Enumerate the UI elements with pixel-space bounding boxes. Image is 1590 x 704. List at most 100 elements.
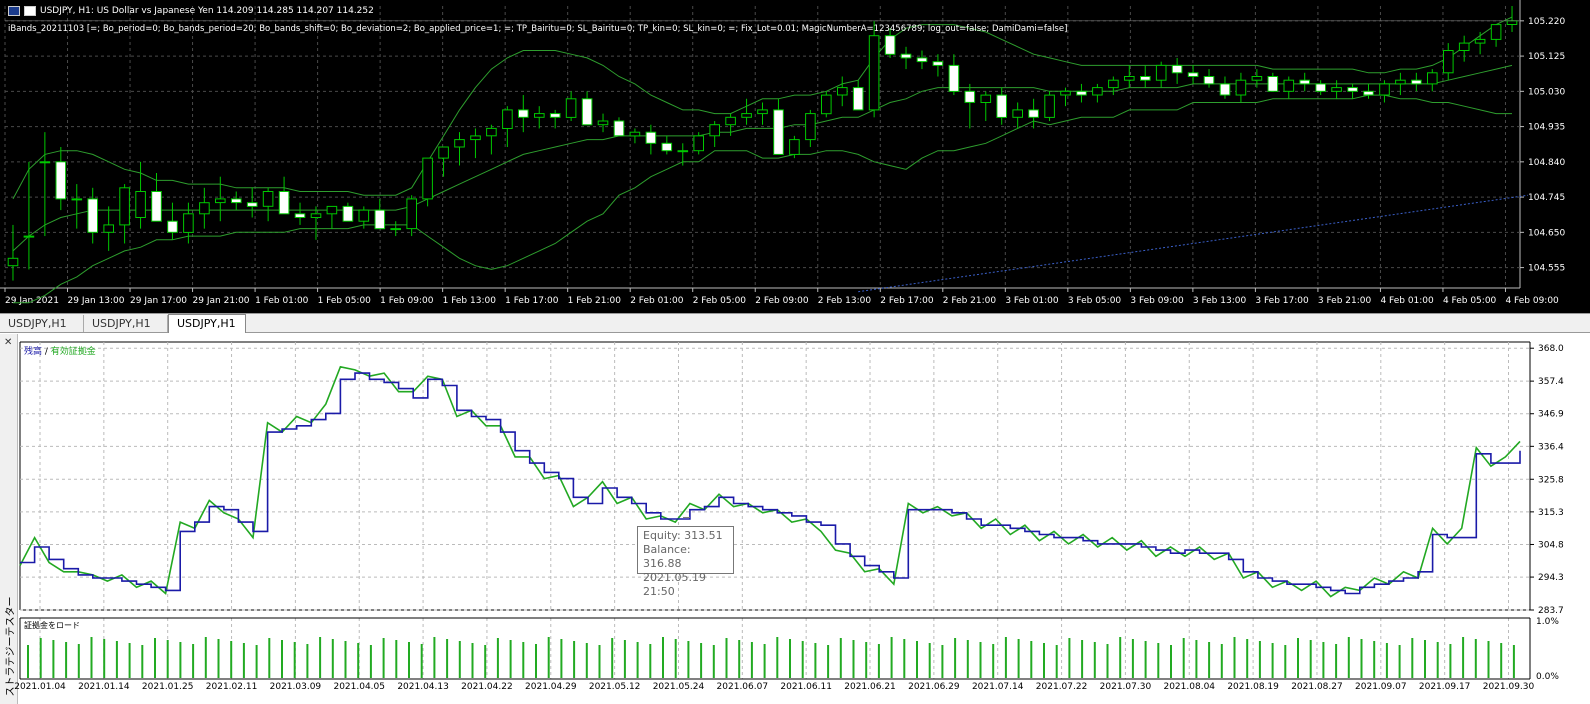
tester-x-label: 2021.04.29 — [525, 682, 577, 692]
tester-x-label: 2021.08.27 — [1291, 682, 1343, 692]
candle-body — [1331, 87, 1342, 92]
candle-body — [725, 116, 736, 126]
time-label: 2 Feb 09:00 — [755, 296, 809, 306]
tester-y-label: 294.3 — [1538, 573, 1564, 583]
candle-body — [645, 131, 657, 144]
tab-chart-1[interactable]: USDJPY,H1 — [0, 315, 84, 332]
time-label: 1 Feb 17:00 — [505, 296, 559, 306]
candle-body — [916, 57, 928, 63]
candle-body — [1506, 20, 1518, 25]
legend-equity: 有効証拠金 — [51, 345, 96, 357]
candle-body — [1267, 76, 1279, 92]
candle-body — [884, 35, 896, 55]
candle-body — [518, 109, 529, 118]
candle-body — [470, 135, 481, 141]
candle-body — [741, 113, 752, 118]
time-label: 4 Feb 05:00 — [1443, 296, 1497, 306]
tooltip-equity: Equity: 313.51 — [643, 529, 723, 542]
candle-body — [1203, 76, 1215, 85]
candle-body — [837, 87, 848, 96]
candle-body — [1395, 79, 1406, 85]
tester-legend: 残高 / 有効証拠金 — [24, 345, 96, 357]
strategy-tester-panel: ✕ ストラテジーテスター 368.0 357.4 346.9 336.4 325.8 31… — [0, 334, 1590, 704]
candle-body — [1092, 87, 1103, 96]
tester-y-label: 304.8 — [1538, 540, 1564, 550]
tester-x-label: 2021.04.22 — [461, 682, 513, 692]
time-label: 2 Feb 21:00 — [943, 296, 997, 306]
candle-body — [900, 53, 912, 59]
time-label: 4 Feb 01:00 — [1380, 296, 1434, 306]
candle-body — [406, 198, 417, 230]
tester-x-label: 2021.06.21 — [844, 682, 896, 692]
candle-body — [868, 35, 880, 111]
time-label: 1 Feb 05:00 — [318, 296, 372, 306]
candle-body — [821, 94, 832, 115]
candle-body — [390, 228, 401, 231]
sub-axis-bottom: 0.0% — [1536, 672, 1559, 682]
price-chart[interactable]: 105.220 105.125 105.030 104.935 104.840 104.7… — [0, 0, 1590, 313]
tester-x-label: 2021.08.19 — [1227, 682, 1279, 692]
candle-body — [1235, 79, 1247, 96]
candle-body — [246, 202, 258, 207]
candle-body — [294, 213, 306, 219]
time-label: 2 Feb 01:00 — [630, 296, 684, 306]
candle-body — [980, 94, 992, 103]
tester-x-label: 2021.05.12 — [589, 682, 641, 692]
candle-body — [964, 90, 976, 103]
candle-body — [1044, 94, 1055, 118]
candle-body — [1474, 38, 1486, 44]
candle-body — [932, 61, 944, 66]
price-label: 104.555 — [1528, 264, 1565, 274]
legend-balance: 残高 — [24, 345, 42, 357]
candle-body — [1140, 76, 1151, 81]
candle-body — [119, 187, 130, 226]
tester-y-label: 315.3 — [1538, 508, 1564, 518]
candle-body — [677, 150, 689, 153]
candle-body — [1283, 79, 1295, 92]
candle-body — [326, 205, 338, 215]
tester-x-label: 2021.01.04 — [14, 682, 66, 692]
candle-body — [23, 235, 35, 238]
tester-x-label: 2021.07.22 — [1036, 682, 1088, 692]
candle-body — [789, 139, 800, 155]
tooltip-date: 2021.05.19 21:50 — [643, 571, 706, 598]
time-label: 4 Feb 09:00 — [1505, 296, 1559, 306]
price-label: 105.220 — [1528, 17, 1565, 27]
tooltip-balance: Balance: 316.88 — [643, 543, 691, 570]
candle-body — [55, 161, 67, 200]
price-label: 104.840 — [1528, 158, 1565, 168]
price-label: 104.935 — [1528, 123, 1565, 133]
sub-axis-top: 1.0% — [1536, 617, 1559, 627]
price-label: 104.745 — [1528, 193, 1565, 203]
tester-x-label: 2021.04.05 — [333, 682, 385, 692]
price-label: 105.030 — [1528, 87, 1565, 97]
candle-body — [358, 209, 370, 222]
candle-body — [1108, 79, 1119, 89]
time-label: 29 Jan 17:00 — [130, 296, 187, 306]
candle-body — [1427, 72, 1438, 85]
candle-body — [948, 64, 960, 92]
candle-body — [852, 87, 864, 111]
tester-x-label: 2021.07.14 — [972, 682, 1024, 692]
time-label: 3 Feb 17:00 — [1255, 296, 1309, 306]
candle-body — [39, 161, 51, 164]
price-label: 105.125 — [1528, 52, 1565, 62]
time-label: 1 Feb 09:00 — [380, 296, 434, 306]
candle-body — [629, 131, 641, 137]
candle-body — [454, 139, 465, 148]
candle-body — [1219, 83, 1231, 96]
candle-body — [534, 113, 545, 118]
candle-body — [757, 109, 768, 115]
candle-body — [374, 209, 386, 230]
candle-body — [773, 109, 784, 155]
tester-x-label: 2021.05.24 — [653, 682, 705, 692]
tab-chart-3[interactable]: USDJPY,H1 — [168, 314, 246, 333]
time-label: 2 Feb 13:00 — [818, 296, 872, 306]
candle-body — [87, 198, 99, 233]
chart-window-icon — [8, 6, 20, 16]
tab-chart-2[interactable]: USDJPY,H1 — [84, 315, 168, 332]
time-label: 3 Feb 05:00 — [1068, 296, 1122, 306]
candle-body — [1171, 64, 1183, 74]
candle-body — [581, 98, 593, 126]
candle-body — [486, 127, 497, 137]
